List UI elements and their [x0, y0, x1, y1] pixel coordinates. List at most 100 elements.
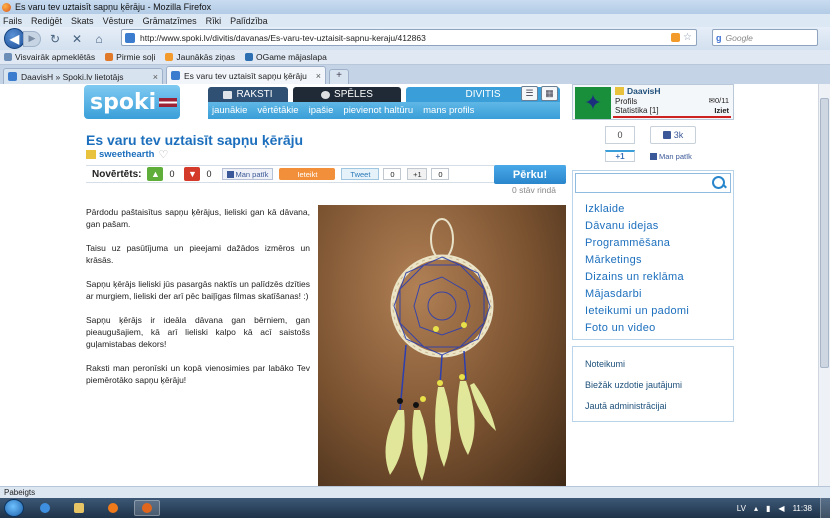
bookmark-getting-started[interactable]: Pirmie soļi	[105, 52, 155, 62]
menu-tools[interactable]: Rīki	[206, 16, 222, 26]
logout-link[interactable]: Iziet	[714, 106, 729, 115]
menu-history[interactable]: Vēsture	[103, 16, 134, 26]
faq-link[interactable]: Biežāk uzdotie jautājumi	[585, 380, 682, 390]
firefox-icon	[2, 2, 11, 12]
reload-icon[interactable]: ↻	[47, 31, 63, 47]
category-izklaide[interactable]: Izklaide	[585, 201, 689, 218]
category-dizains[interactable]: Dizains un reklāma	[585, 269, 689, 286]
taskbar-media[interactable]	[100, 500, 126, 516]
new-tab-button[interactable]: +	[329, 69, 349, 84]
stats-link[interactable]: Statistika [1]	[615, 106, 659, 115]
close-tab-icon[interactable]: ×	[316, 71, 321, 81]
desc-paragraph: Sapņu ķērājs lieliski jūs pasargās naktī…	[86, 279, 310, 301]
subnav-my-profile[interactable]: mans profils	[423, 105, 474, 116]
search-placeholder[interactable]: Google	[726, 33, 753, 43]
home-icon[interactable]: ⌂	[91, 31, 107, 47]
volume-icon[interactable]: ◀	[778, 504, 784, 513]
sidebar-search-input[interactable]	[575, 173, 731, 193]
category-davanu-idejas[interactable]: Dāvanu idejas	[585, 218, 689, 235]
category-marketings[interactable]: Mārketings	[585, 252, 689, 269]
category-foto-video[interactable]: Foto un video	[585, 320, 689, 337]
category-ieteikumi[interactable]: Ieteikumi un padomi	[585, 303, 689, 320]
author-rank-icon	[86, 150, 96, 159]
search-icon[interactable]	[712, 176, 726, 190]
facebook-like-link[interactable]: Man patīk	[650, 152, 692, 161]
category-majasdarbi[interactable]: Mājasdarbi	[585, 286, 689, 303]
taskbar-firefox[interactable]	[134, 500, 160, 516]
google-plus-button[interactable]: +1	[407, 168, 428, 180]
tab-favicon-icon	[8, 72, 17, 81]
subnav-add-job[interactable]: pievienot haltūru	[343, 105, 413, 116]
dreamcatcher-photo[interactable]	[318, 205, 566, 486]
rules-link[interactable]: Noteikumi	[585, 359, 625, 369]
back-button[interactable]: ◀	[4, 28, 25, 49]
ie-icon	[40, 503, 50, 513]
taskbar-explorer[interactable]	[66, 500, 92, 516]
network-icon[interactable]: ▮	[766, 504, 770, 513]
subnav-top-rated[interactable]: vērtētākie	[257, 105, 298, 116]
bookmark-ogame[interactable]: OGame mājaslapa	[244, 52, 327, 62]
windows-taskbar: LV ▴ ▮ ◀ 11:38	[0, 498, 830, 518]
close-tab-icon[interactable]: ×	[153, 72, 158, 82]
buy-button[interactable]: Pērku!	[494, 165, 566, 184]
stop-icon[interactable]: ✕	[69, 31, 85, 47]
bookmark-star-icon[interactable]: ☆	[683, 32, 692, 43]
vertical-scrollbar[interactable]	[818, 84, 830, 486]
taskbar-ie[interactable]	[32, 500, 58, 516]
google-icon[interactable]: g	[716, 33, 722, 43]
language-indicator[interactable]: LV	[737, 504, 746, 513]
menu-view[interactable]: Skats	[71, 16, 94, 26]
avatar[interactable]: ✦	[575, 87, 611, 119]
scrollbar-thumb[interactable]	[820, 98, 829, 368]
menu-file[interactable]: Fails	[3, 16, 22, 26]
list-view-icon[interactable]: ☰	[521, 86, 538, 101]
category-programmesana[interactable]: Programmēšana	[585, 235, 689, 252]
menu-help[interactable]: Palīdzība	[230, 16, 268, 26]
tab-current-post[interactable]: Es varu tev uztaisīt sapņu ķērāju ×	[166, 66, 326, 84]
recommend-button[interactable]: Ieteikt	[279, 168, 336, 180]
author-name[interactable]: sweethearth	[99, 149, 154, 160]
clock[interactable]: 11:38	[793, 504, 812, 513]
facebook-like-counter[interactable]: 3k	[650, 126, 696, 144]
site-header: spoki RAKSTI SPĒLES DIVITIS ☰ ▦ jaunākie…	[84, 85, 560, 121]
menu-edit[interactable]: Rediģēt	[31, 16, 62, 26]
subnav-newest[interactable]: jaunākie	[212, 105, 247, 116]
user-rank-icon	[615, 87, 624, 95]
username[interactable]: DaavisH	[615, 86, 661, 96]
tab-daavish-profile[interactable]: DaavisH » Spoki.lv lietotājs ×	[3, 68, 163, 84]
thumbs-up-icon	[662, 131, 671, 139]
subnav-special[interactable]: ipašie	[309, 105, 334, 116]
user-panel: ✦ DaavisH Profils Statistika [1] ✉0/11 I…	[572, 84, 734, 120]
tweet-button[interactable]: Tweet	[341, 168, 380, 180]
forward-button[interactable]: ▶	[23, 30, 41, 47]
address-bar[interactable]: http://www.spoki.lv/divitis/davanas/Es-v…	[121, 29, 697, 46]
rss-icon[interactable]	[671, 33, 681, 42]
tray-arrow-icon[interactable]: ▴	[754, 504, 758, 513]
bookmark-most-visited[interactable]: Visvairāk apmeklētās	[4, 52, 95, 62]
start-button[interactable]	[4, 499, 24, 517]
tab-label[interactable]: Es varu tev uztaisīt sapņu ķērāju	[184, 71, 316, 81]
grid-view-icon[interactable]: ▦	[541, 86, 558, 101]
menu-bookmarks[interactable]: Grāmatzīmes	[143, 16, 197, 26]
bookmark-latest-headlines[interactable]: Jaunākās ziņas	[165, 52, 235, 62]
thumb-down-icon[interactable]: ▼	[184, 167, 201, 181]
profile-link[interactable]: Profils	[615, 97, 637, 106]
thumb-up-icon[interactable]: ▲	[147, 167, 164, 181]
up-count: 0	[169, 169, 175, 179]
mail-counter[interactable]: ✉0/11	[709, 96, 729, 105]
favorite-heart-icon[interactable]: ♡	[158, 148, 168, 161]
facebook-icon	[650, 153, 657, 160]
facebook-like-button[interactable]: Man patīk	[221, 168, 274, 180]
address-url[interactable]: http://www.spoki.lv/divitis/davanas/Es-v…	[140, 33, 671, 43]
search-bar[interactable]: g Google	[712, 29, 818, 46]
plus-one-button[interactable]: +1	[605, 150, 635, 162]
sub-nav: jaunākie vērtētākie ipašie pievienot hal…	[208, 102, 560, 119]
latvian-flag-icon	[159, 97, 178, 107]
tab-label[interactable]: DaavisH » Spoki.lv lietotājs	[21, 72, 153, 82]
nav-tab-speles[interactable]: SPĒLES	[293, 87, 401, 102]
spoki-logo[interactable]: spoki	[84, 85, 180, 119]
post-author[interactable]: sweethearth ♡	[86, 148, 168, 161]
ask-admin-link[interactable]: Jautā administrācijai	[585, 401, 667, 411]
nav-tab-raksti[interactable]: RAKSTI	[208, 87, 288, 102]
show-desktop-button[interactable]	[820, 498, 830, 518]
